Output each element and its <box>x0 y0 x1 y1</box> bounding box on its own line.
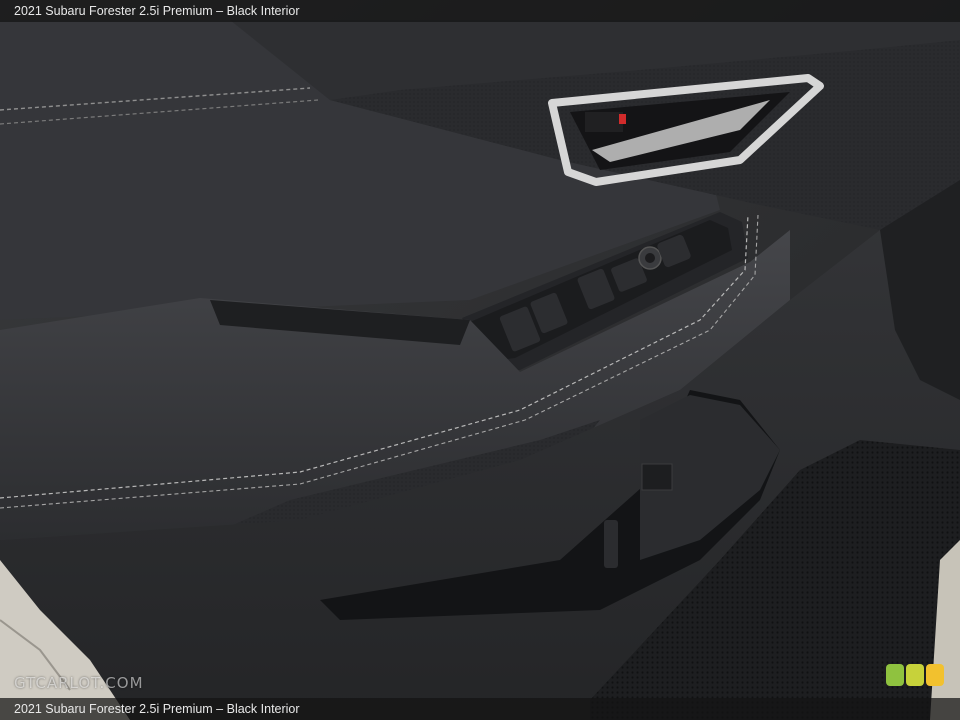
door-panel-photo <box>0 0 960 720</box>
watermark-text: GTCARLOT.COM <box>14 674 144 692</box>
site-logo-icon <box>886 664 944 686</box>
caption-top: 2021 Subaru Forester 2.5i Premium – Blac… <box>0 0 960 22</box>
caption-bottom: 2021 Subaru Forester 2.5i Premium – Blac… <box>0 698 960 720</box>
photo-frame: 2021 Subaru Forester 2.5i Premium – Blac… <box>0 0 960 720</box>
